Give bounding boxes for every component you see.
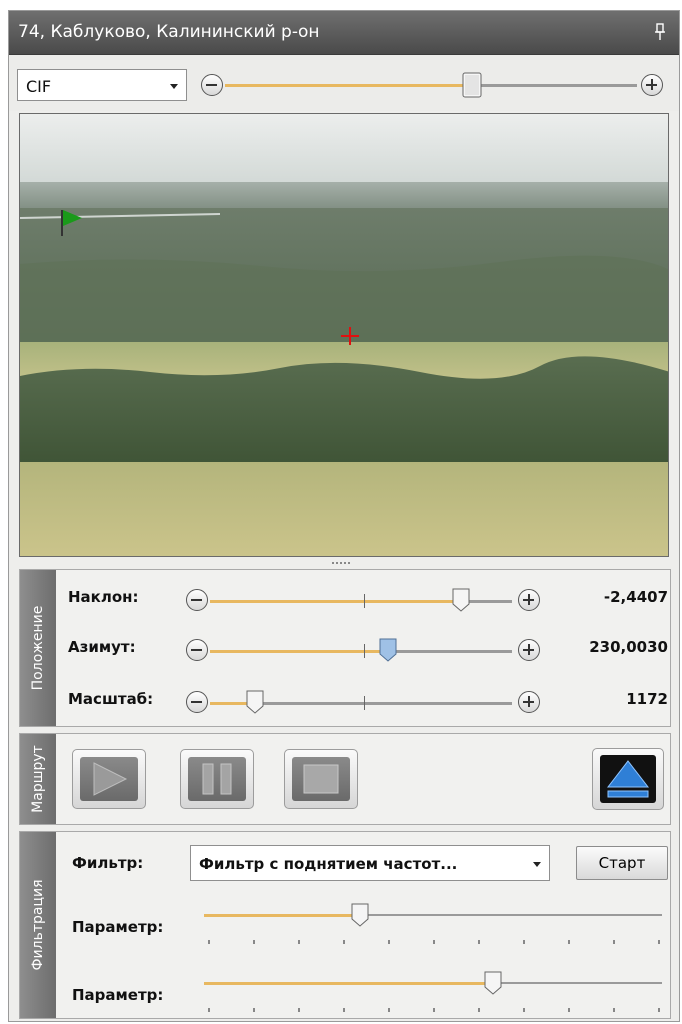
- play-button[interactable]: [72, 749, 146, 809]
- eject-button[interactable]: [592, 748, 664, 810]
- pause-button-face: [188, 757, 246, 801]
- zoom-slider-fill: [225, 84, 472, 87]
- azimuth-plus-button[interactable]: [518, 639, 540, 661]
- azimuth-slider-fill: [210, 650, 388, 653]
- filter-panel: Фильтрация Фильтр: Фильтр с поднятием ча…: [19, 831, 671, 1019]
- scale-value: 1172: [626, 690, 668, 708]
- camera-video-view[interactable]: [19, 113, 669, 557]
- azimuth-minus-button[interactable]: [186, 639, 208, 661]
- param2-slider-thumb[interactable]: [483, 970, 503, 996]
- param1-slider-thumb[interactable]: [350, 902, 370, 928]
- panel-splitter[interactable]: [9, 559, 679, 567]
- tilt-center-tick: [364, 594, 365, 608]
- route-panel: Маршрут: [19, 733, 671, 825]
- scale-dot: [433, 1008, 435, 1012]
- eject-icon: [600, 755, 656, 803]
- scale-dot: [253, 1008, 255, 1012]
- scale-slider-thumb[interactable]: [245, 689, 265, 715]
- zoom-plus-button[interactable]: [641, 74, 663, 96]
- stop-icon: [303, 764, 339, 794]
- scale-dot: [253, 940, 255, 944]
- scale-dot: [568, 1008, 570, 1012]
- scale-dot: [658, 940, 660, 944]
- route-tab[interactable]: Маршрут: [20, 734, 56, 824]
- azimuth-label: Азимут:: [68, 638, 136, 656]
- scale-dot: [298, 940, 300, 944]
- scale-dot: [613, 1008, 615, 1012]
- play-button-face: [80, 757, 138, 801]
- scale-dot: [613, 940, 615, 944]
- video-toolbar: CIF: [9, 55, 679, 111]
- scale-dot: [523, 1008, 525, 1012]
- tilt-minus-button[interactable]: [186, 589, 208, 611]
- pause-icon: [202, 763, 232, 795]
- scale-dot: [478, 940, 480, 944]
- video-frame-image: [20, 114, 668, 556]
- scale-dot: [208, 940, 210, 944]
- window-title: 74, Каблуково, Калининский р-он: [18, 22, 320, 42]
- chevron-down-icon: [170, 84, 178, 89]
- tilt-slider-thumb[interactable]: [451, 587, 471, 613]
- tilt-slider-fill: [210, 600, 461, 603]
- scale-center-tick: [364, 696, 365, 710]
- zoom-slider-thumb[interactable]: [462, 72, 482, 98]
- scale-dot: [568, 940, 570, 944]
- stop-button-face: [292, 757, 350, 801]
- scale-dot: [388, 940, 390, 944]
- azimuth-value: 230,0030: [589, 638, 668, 656]
- camera-window: 74, Каблуково, Калининский р-он CIF Поло…: [8, 10, 680, 1022]
- position-tab-label: Положение: [30, 605, 46, 691]
- tilt-plus-button[interactable]: [518, 589, 540, 611]
- start-button[interactable]: Старт: [576, 846, 668, 880]
- filter-tab[interactable]: Фильтрация: [20, 832, 56, 1018]
- scale-plus-button[interactable]: [518, 691, 540, 713]
- stop-button[interactable]: [284, 749, 358, 809]
- scale-dot: [388, 1008, 390, 1012]
- param1-slider-fill: [204, 914, 360, 917]
- param2-label: Параметр:: [72, 986, 164, 1004]
- resolution-value: CIF: [26, 77, 52, 96]
- play-icon: [93, 762, 128, 796]
- param1-scale-dots: [204, 940, 662, 946]
- scale-dot: [343, 940, 345, 944]
- azimuth-slider-thumb[interactable]: [378, 637, 398, 663]
- position-panel: Положение Наклон: -2,4407 Азимут: 230,00…: [19, 569, 671, 727]
- scale-dot: [208, 1008, 210, 1012]
- pause-button[interactable]: [180, 749, 254, 809]
- position-tab[interactable]: Положение: [20, 570, 56, 726]
- scale-dot: [343, 1008, 345, 1012]
- scale-dot: [298, 1008, 300, 1012]
- chevron-down-icon: [533, 862, 541, 867]
- azimuth-center-tick: [364, 644, 365, 658]
- filter-tab-label: Фильтрация: [30, 879, 46, 971]
- title-bar: 74, Каблуково, Калининский р-он: [9, 11, 679, 55]
- filter-select[interactable]: Фильтр с поднятием частот...: [190, 845, 550, 881]
- pin-icon[interactable]: [655, 23, 665, 41]
- scale-dot: [658, 1008, 660, 1012]
- scale-dot: [433, 940, 435, 944]
- scale-dot: [523, 940, 525, 944]
- param1-label: Параметр:: [72, 918, 164, 936]
- scale-dot: [478, 1008, 480, 1012]
- filter-label: Фильтр:: [72, 854, 144, 872]
- zoom-minus-button[interactable]: [201, 74, 223, 96]
- tilt-value: -2,4407: [603, 588, 668, 606]
- zoom-label: Масштаб:: [68, 690, 154, 708]
- param2-slider-fill: [204, 982, 493, 985]
- param2-scale-dots: [204, 1008, 662, 1014]
- route-tab-label: Маршрут: [30, 745, 46, 813]
- filter-value: Фильтр с поднятием частот...: [199, 855, 458, 873]
- scale-minus-button[interactable]: [186, 691, 208, 713]
- tilt-label: Наклон:: [68, 588, 139, 606]
- resolution-select[interactable]: CIF: [17, 69, 187, 101]
